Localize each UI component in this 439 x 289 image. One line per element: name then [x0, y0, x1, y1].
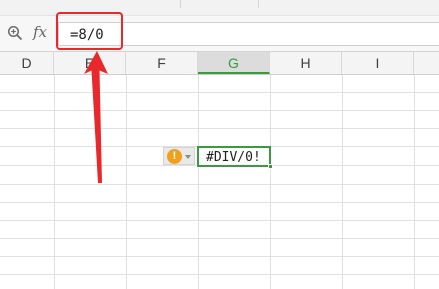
column-header-i[interactable]: I [342, 52, 414, 74]
cell-grid[interactable] [0, 75, 439, 289]
grid-line [0, 238, 439, 239]
fx-insert-function-icon[interactable]: fx [33, 23, 47, 41]
active-cell-g[interactable]: #DIV/0! [197, 146, 273, 169]
column-header-d[interactable]: D [0, 52, 54, 74]
grid-line [0, 256, 439, 257]
grid-line [0, 202, 439, 203]
grid-line [0, 110, 439, 111]
grid-line [0, 92, 439, 93]
grid-line [0, 274, 439, 275]
column-header-next[interactable] [414, 52, 439, 74]
column-header-row: D E F G H I [0, 52, 439, 75]
column-header-e[interactable]: E [54, 52, 126, 74]
grid-line [0, 128, 439, 129]
grid-line [0, 220, 439, 221]
error-options-button[interactable]: ! [163, 147, 195, 165]
fill-handle[interactable] [268, 164, 273, 169]
column-header-g[interactable]: G [198, 52, 270, 74]
toolbar-separator [258, 0, 259, 8]
warning-icon: ! [167, 149, 182, 164]
chevron-down-icon [185, 155, 191, 159]
cell-value: #DIV/0! [206, 150, 261, 165]
formula-highlight-annotation [56, 12, 123, 50]
toolbar-separator [180, 0, 181, 8]
grid-line [0, 184, 439, 185]
zoom-search-icon[interactable] [7, 25, 23, 41]
column-header-f[interactable]: F [126, 52, 198, 74]
column-header-h[interactable]: H [270, 52, 342, 74]
